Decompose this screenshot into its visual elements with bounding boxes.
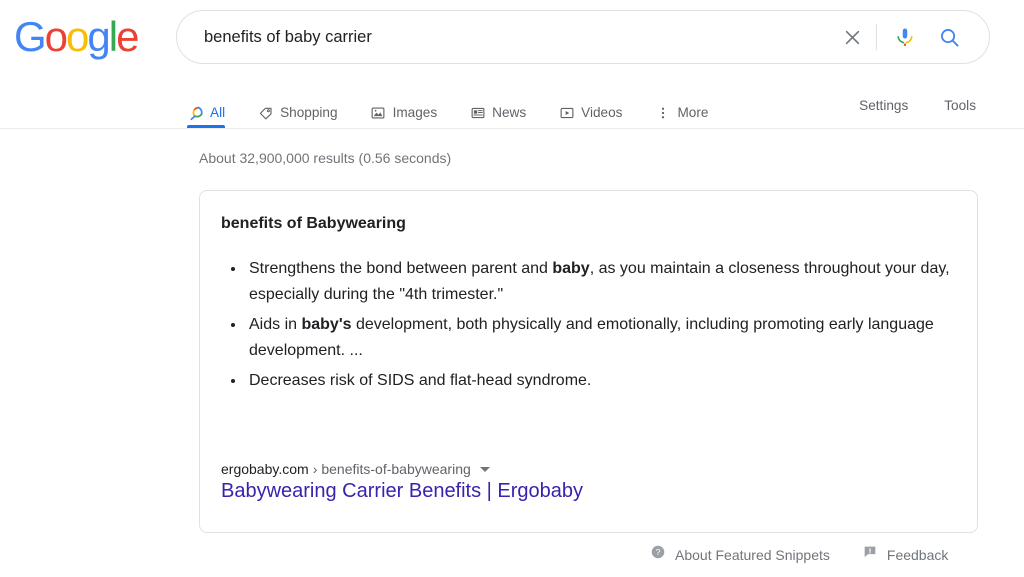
about-featured-snippets-label: About Featured Snippets xyxy=(675,546,830,563)
snippet-title: benefits of Babywearing xyxy=(221,215,406,232)
tab-images[interactable]: Images xyxy=(370,86,438,128)
tab-images-label: Images xyxy=(392,104,438,120)
google-logo[interactable]: Google xyxy=(14,13,139,60)
tag-icon xyxy=(257,104,274,121)
tab-news[interactable]: News xyxy=(469,86,526,128)
bold-term: baby xyxy=(552,260,590,277)
source-domain: ergobaby.com xyxy=(221,461,309,477)
google-search-results-page: Google benefits of baby carrier All Shop… xyxy=(0,0,1024,577)
logo-letter-e: e xyxy=(116,13,139,60)
breadcrumb-separator: › xyxy=(312,461,318,477)
play-box-icon xyxy=(558,104,575,121)
about-featured-snippets-link[interactable]: ? About Featured Snippets xyxy=(650,544,830,565)
overflow-dots-icon xyxy=(654,104,671,121)
tab-all-label: All xyxy=(210,104,226,120)
search-box[interactable] xyxy=(176,10,990,64)
clear-icon[interactable] xyxy=(832,15,872,59)
settings-button[interactable]: Settings xyxy=(859,97,908,115)
tab-all[interactable]: All xyxy=(187,86,226,128)
snippet-bullet-list: Strengthens the bond between parent and … xyxy=(224,256,951,398)
logo-letter-o1: o xyxy=(44,13,68,60)
search-toolbar-links: Settings Tools xyxy=(859,86,1024,115)
feedback-link[interactable]: Feedback xyxy=(862,544,948,565)
bullet-text: Aids in xyxy=(249,316,302,333)
snippet-bullet: Aids in baby's development, both physica… xyxy=(246,312,951,364)
search-box-actions xyxy=(832,11,989,63)
newspaper-icon xyxy=(469,104,486,121)
svg-text:?: ? xyxy=(656,547,661,557)
feedback-label: Feedback xyxy=(886,546,949,563)
snippet-bullet: Strengthens the bond between parent and … xyxy=(246,256,951,308)
help-circle-icon: ? xyxy=(650,544,666,565)
snippet-bullet: Decreases risk of SIDS and flat-head syn… xyxy=(246,368,951,394)
logo-letter-l: l xyxy=(108,13,118,60)
tools-button[interactable]: Tools xyxy=(944,97,976,115)
tab-shopping-label: Shopping xyxy=(280,104,338,120)
feedback-flag-icon xyxy=(862,544,878,565)
source-path: benefits-of-babywearing xyxy=(321,461,471,477)
image-icon xyxy=(370,104,387,121)
logo-letter-g2: g xyxy=(87,13,110,60)
snippet-footer: ? About Featured Snippets Feedback xyxy=(650,544,948,565)
logo-letter-o2: o xyxy=(66,13,89,60)
bold-term: baby's xyxy=(301,316,352,333)
bullet-text: development, both physically and emotion… xyxy=(249,316,934,359)
bullet-text: Decreases risk of SIDS and flat-head syn… xyxy=(249,372,592,389)
bullet-text: Strengthens the bond between parent and xyxy=(249,260,553,277)
featured-snippet-card: benefits of Babywearing Strengthens the … xyxy=(199,190,978,533)
search-header: Google benefits of baby carrier All Shop… xyxy=(0,0,1024,129)
source-breadcrumb[interactable]: ergobaby.com › benefits-of-babywearing xyxy=(221,459,490,479)
tab-more[interactable]: More xyxy=(654,86,708,128)
tab-news-label: News xyxy=(492,104,527,120)
microphone-icon[interactable] xyxy=(883,15,927,59)
result-title-link[interactable]: Babywearing Carrier Benefits | Ergobaby xyxy=(221,478,583,504)
tab-videos-label: Videos xyxy=(581,104,623,120)
vertical-divider xyxy=(876,24,877,50)
search-input[interactable] xyxy=(177,12,832,62)
logo-letter-g1: G xyxy=(14,13,47,60)
tab-videos[interactable]: Videos xyxy=(558,86,622,128)
search-vertical-tabs: All Shopping Images News Videos More Set… xyxy=(0,86,1024,129)
chevron-down-icon[interactable] xyxy=(479,466,490,472)
tab-more-label: More xyxy=(677,104,709,120)
tab-shopping[interactable]: Shopping xyxy=(257,86,338,128)
result-stats: About 32,900,000 results (0.56 seconds) xyxy=(199,150,452,166)
search-submit-icon[interactable] xyxy=(927,15,971,59)
search-icon xyxy=(187,104,204,121)
